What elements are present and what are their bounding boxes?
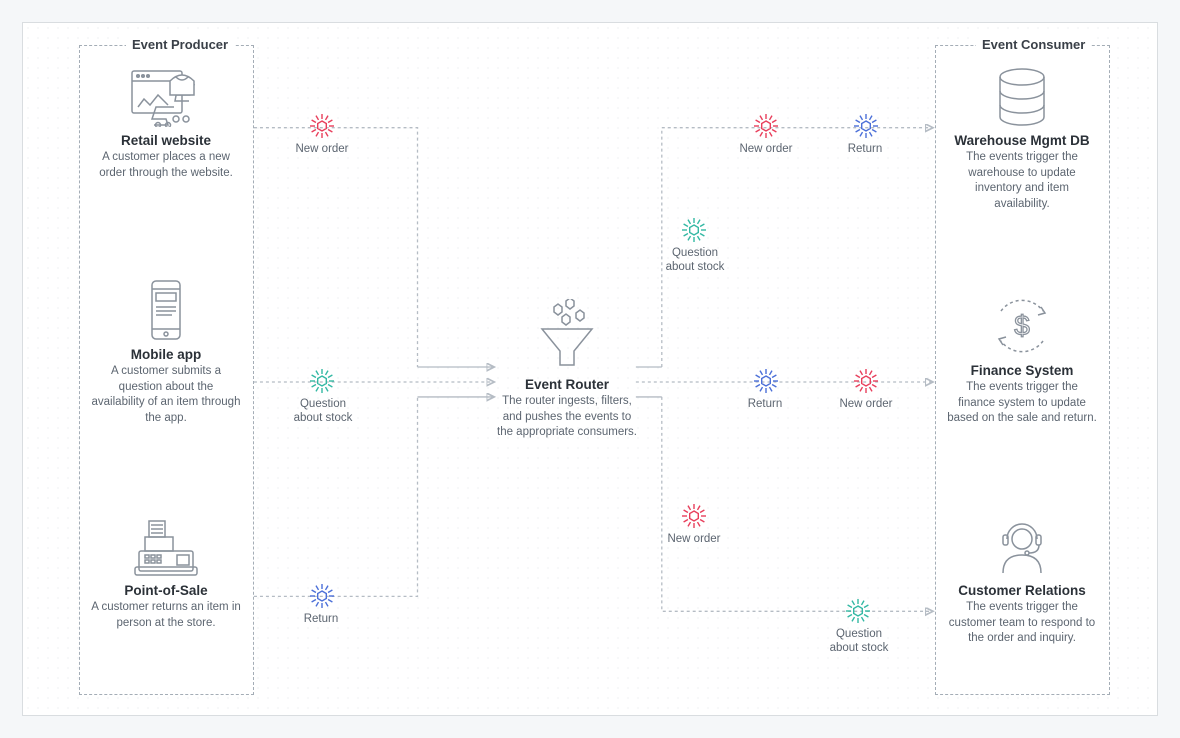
burst-fin-neworder xyxy=(851,366,881,401)
crm-title: Customer Relations xyxy=(947,583,1097,598)
ev-wh-neworder: New order xyxy=(731,142,801,156)
burst-fin-return xyxy=(751,366,781,401)
pos-title: Point-of-Sale xyxy=(91,583,241,598)
burst-producer-return xyxy=(307,581,337,616)
funnel-icon xyxy=(497,299,637,371)
node-crm: Customer Relations The events trigger th… xyxy=(947,517,1097,647)
retail-website-icon xyxy=(91,67,241,127)
router-title: Event Router xyxy=(497,377,637,392)
burst-producer-question xyxy=(307,366,337,401)
mobile-app-icon xyxy=(91,279,241,341)
mobile-desc: A customer submits a question about the … xyxy=(91,364,241,426)
ev-producer-question: Questionabout stock xyxy=(283,397,363,426)
mobile-title: Mobile app xyxy=(91,347,241,362)
burst-crm-neworder xyxy=(679,501,709,536)
burst-crm-question xyxy=(843,596,873,631)
ev-producer-return: Return xyxy=(291,612,351,626)
burst-wh-return xyxy=(851,111,881,146)
pos-icon xyxy=(91,511,241,577)
finance-desc: The events trigger the finance system to… xyxy=(947,380,1097,427)
node-pos: Point-of-Sale A customer returns an item… xyxy=(91,511,241,631)
finance-title: Finance System xyxy=(947,363,1097,378)
burst-wh-neworder xyxy=(751,111,781,146)
node-event-router: Event Router The router ingests, filters… xyxy=(497,299,637,441)
ev-fin-neworder: New order xyxy=(831,397,901,411)
pos-desc: A customer returns an item in person at … xyxy=(91,600,241,631)
group-label-consumer: Event Consumer xyxy=(976,37,1091,52)
warehouse-title: Warehouse Mgmt DB xyxy=(947,133,1097,148)
ev-crm-neworder: New order xyxy=(659,532,729,546)
node-finance: $ Finance System The events trigger the … xyxy=(947,295,1097,427)
router-desc: The router ingests, filters, and pushes … xyxy=(497,394,637,441)
database-icon xyxy=(947,67,1097,127)
retail-title: Retail website xyxy=(91,133,241,148)
crm-desc: The events trigger the customer team to … xyxy=(947,600,1097,647)
ev-mid-question: Questionabout stock xyxy=(655,246,735,275)
finance-icon: $ xyxy=(947,295,1097,357)
node-retail-website: Retail website A customer places a new o… xyxy=(91,67,241,181)
ev-wh-return: Return xyxy=(835,142,895,156)
ev-fin-return: Return xyxy=(735,397,795,411)
burst-mid-question xyxy=(679,215,709,250)
ev-producer-neworder: New order xyxy=(287,142,357,156)
group-label-producer: Event Producer xyxy=(126,37,234,52)
support-agent-icon xyxy=(947,517,1097,577)
warehouse-desc: The events trigger the warehouse to upda… xyxy=(947,150,1097,212)
svg-text:$: $ xyxy=(1014,310,1030,341)
node-warehouse: Warehouse Mgmt DB The events trigger the… xyxy=(947,67,1097,212)
ev-crm-question: Questionabout stock xyxy=(819,627,899,656)
retail-desc: A customer places a new order through th… xyxy=(91,150,241,181)
burst-producer-neworder xyxy=(307,111,337,146)
node-mobile-app: Mobile app A customer submits a question… xyxy=(91,279,241,426)
diagram-canvas: Event Producer Event Consumer xyxy=(22,22,1158,716)
